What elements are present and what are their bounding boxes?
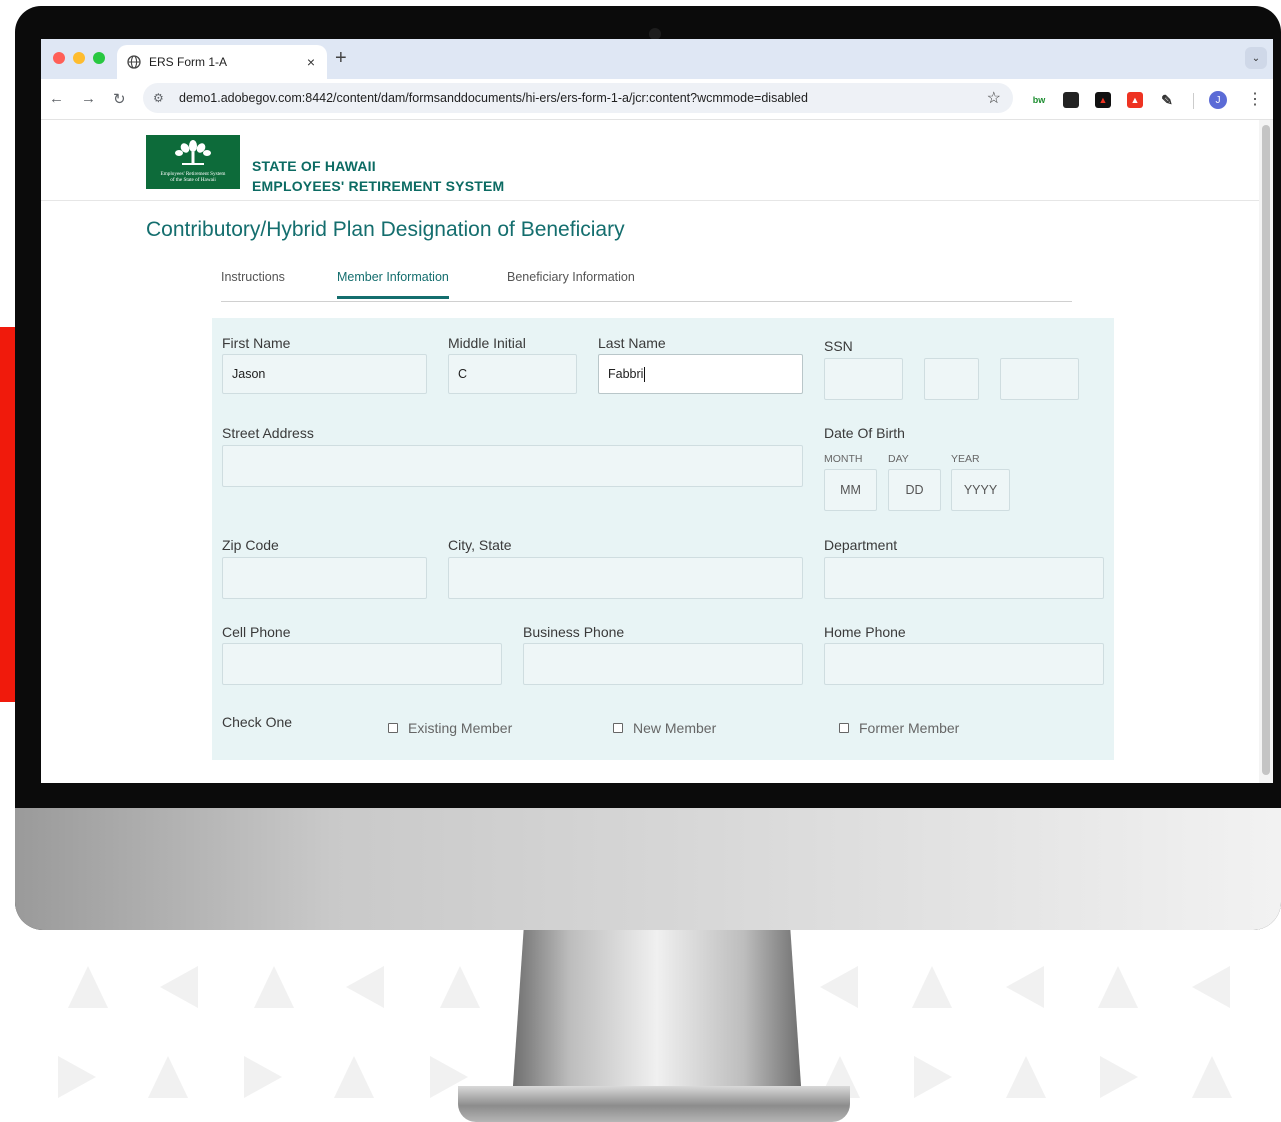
monitor-stand [512,930,802,1100]
city-state-label: City, State [448,537,512,553]
zip-code-field[interactable] [222,557,427,599]
monitor-chin [15,808,1281,930]
bookmark-star-icon[interactable]: ☆ [987,88,1001,108]
dob-year-field[interactable]: YYYY [951,469,1010,511]
tab-member-information[interactable]: Member Information [337,270,449,299]
tab-instructions[interactable]: Instructions [221,270,285,296]
check-one-label: Check One [222,714,293,730]
site-settings-icon[interactable]: ⚙ [153,91,169,105]
address-bar[interactable]: ⚙ demo1.adobegov.com:8442/content/dam/fo… [143,83,1013,113]
window-close-button[interactable] [53,52,65,64]
acrobat-extension-icon[interactable]: ▲ [1127,92,1143,108]
extension-icon[interactable] [1063,92,1079,108]
zip-code-label: Zip Code [222,537,279,553]
checkbox-box[interactable] [839,723,849,733]
toolbar-divider [1193,93,1194,109]
menu-icon[interactable]: ⋮ [1247,89,1263,109]
dob-day-field[interactable]: DD [888,469,941,511]
member-information-panel: First Name Jason Middle Initial C Last N… [212,318,1114,760]
cell-phone-field[interactable] [222,643,502,685]
tab-beneficiary-information[interactable]: Beneficiary Information [507,270,635,296]
middle-initial-label: Middle Initial [448,335,526,351]
org-name-line1: STATE OF HAWAII [252,158,376,174]
first-name-label: First Name [222,335,291,351]
window-minimize-button[interactable] [73,52,85,64]
page-content: Employees' Retirement System of the Stat… [41,120,1259,783]
browser-toolbar: ← → ↻ ⚙ demo1.adobegov.com:8442/content/… [41,79,1273,120]
scrollbar-thumb[interactable] [1262,125,1270,775]
cell-phone-label: Cell Phone [222,624,291,640]
brand-accent-bar [0,327,16,702]
text-cursor [644,366,646,382]
first-name-field[interactable]: Jason [222,354,427,394]
ssn-area-field[interactable] [824,358,903,400]
home-phone-field[interactable] [824,643,1104,685]
monitor-stand-base [458,1086,850,1122]
existing-member-label: Existing Member [408,720,513,736]
chevron-down-icon[interactable]: ⌄ [1245,47,1267,69]
checkbox-box[interactable] [613,723,623,733]
dob-month-field[interactable]: MM [824,469,877,511]
department-label: Department [824,537,898,553]
last-name-value: Fabbri [608,367,644,381]
business-phone-field[interactable] [523,643,803,685]
forward-arrow-icon[interactable]: → [81,90,96,107]
page-title: Contributory/Hybrid Plan Designation of … [146,218,625,241]
reload-icon[interactable]: ↻ [113,90,126,108]
bitwarden-extension-icon[interactable]: bw [1031,92,1047,108]
last-name-label: Last Name [598,335,666,351]
browser-tab-bar: ERS Form 1-A × + ⌄ [41,39,1273,79]
tab-title: ERS Form 1-A [149,55,228,69]
new-member-checkbox[interactable]: New Member [613,720,716,736]
home-phone-label: Home Phone [824,624,906,640]
former-member-checkbox[interactable]: Former Member [839,720,959,736]
ssn-group-field[interactable] [924,358,979,400]
close-tab-icon[interactable]: × [307,54,315,70]
existing-member-checkbox[interactable]: Existing Member [388,720,512,736]
dob-day-label: DAY [888,453,909,465]
department-field[interactable] [824,557,1104,599]
window-zoom-button[interactable] [93,52,105,64]
tree-icon [175,140,211,165]
monitor: ERS Form 1-A × + ⌄ ← → ↻ ⚙ demo1.adobego… [15,6,1281,930]
dob-month-label: MONTH [824,453,863,465]
browser-tab[interactable]: ERS Form 1-A × [117,45,327,79]
middle-initial-field[interactable]: C [448,354,577,394]
globe-icon [127,55,141,69]
ssn-label: SSN [824,338,853,354]
new-tab-button[interactable]: + [335,47,347,70]
back-arrow-icon[interactable]: ← [49,90,64,107]
last-name-field[interactable]: Fabbri [598,354,803,394]
screen: ERS Form 1-A × + ⌄ ← → ↻ ⚙ demo1.adobego… [41,39,1273,783]
dob-year-label: YEAR [951,453,980,465]
business-phone-label: Business Phone [523,624,625,640]
ers-logo: Employees' Retirement System of the Stat… [146,135,240,189]
logo-text-line2: of the State of Hawaii [170,177,216,183]
org-name-line2: EMPLOYEES' RETIREMENT SYSTEM [252,178,505,194]
checkbox-box[interactable] [388,723,398,733]
city-state-field[interactable] [448,557,803,599]
site-header: Employees' Retirement System of the Stat… [41,120,1259,201]
puzzle-icon[interactable]: ✎ [1159,92,1175,108]
ssn-serial-field[interactable] [1000,358,1079,400]
street-address-label: Street Address [222,425,314,441]
adobe-extension-icon[interactable]: ▲ [1095,92,1111,108]
form-tabs: Instructions Member Information Benefici… [221,263,1072,302]
former-member-label: Former Member [859,720,960,736]
new-member-label: New Member [633,720,717,736]
profile-avatar[interactable]: J [1209,91,1227,109]
street-address-field[interactable] [222,445,803,487]
dob-label: Date Of Birth [824,425,905,441]
url-text: demo1.adobegov.com:8442/content/dam/form… [179,91,808,105]
